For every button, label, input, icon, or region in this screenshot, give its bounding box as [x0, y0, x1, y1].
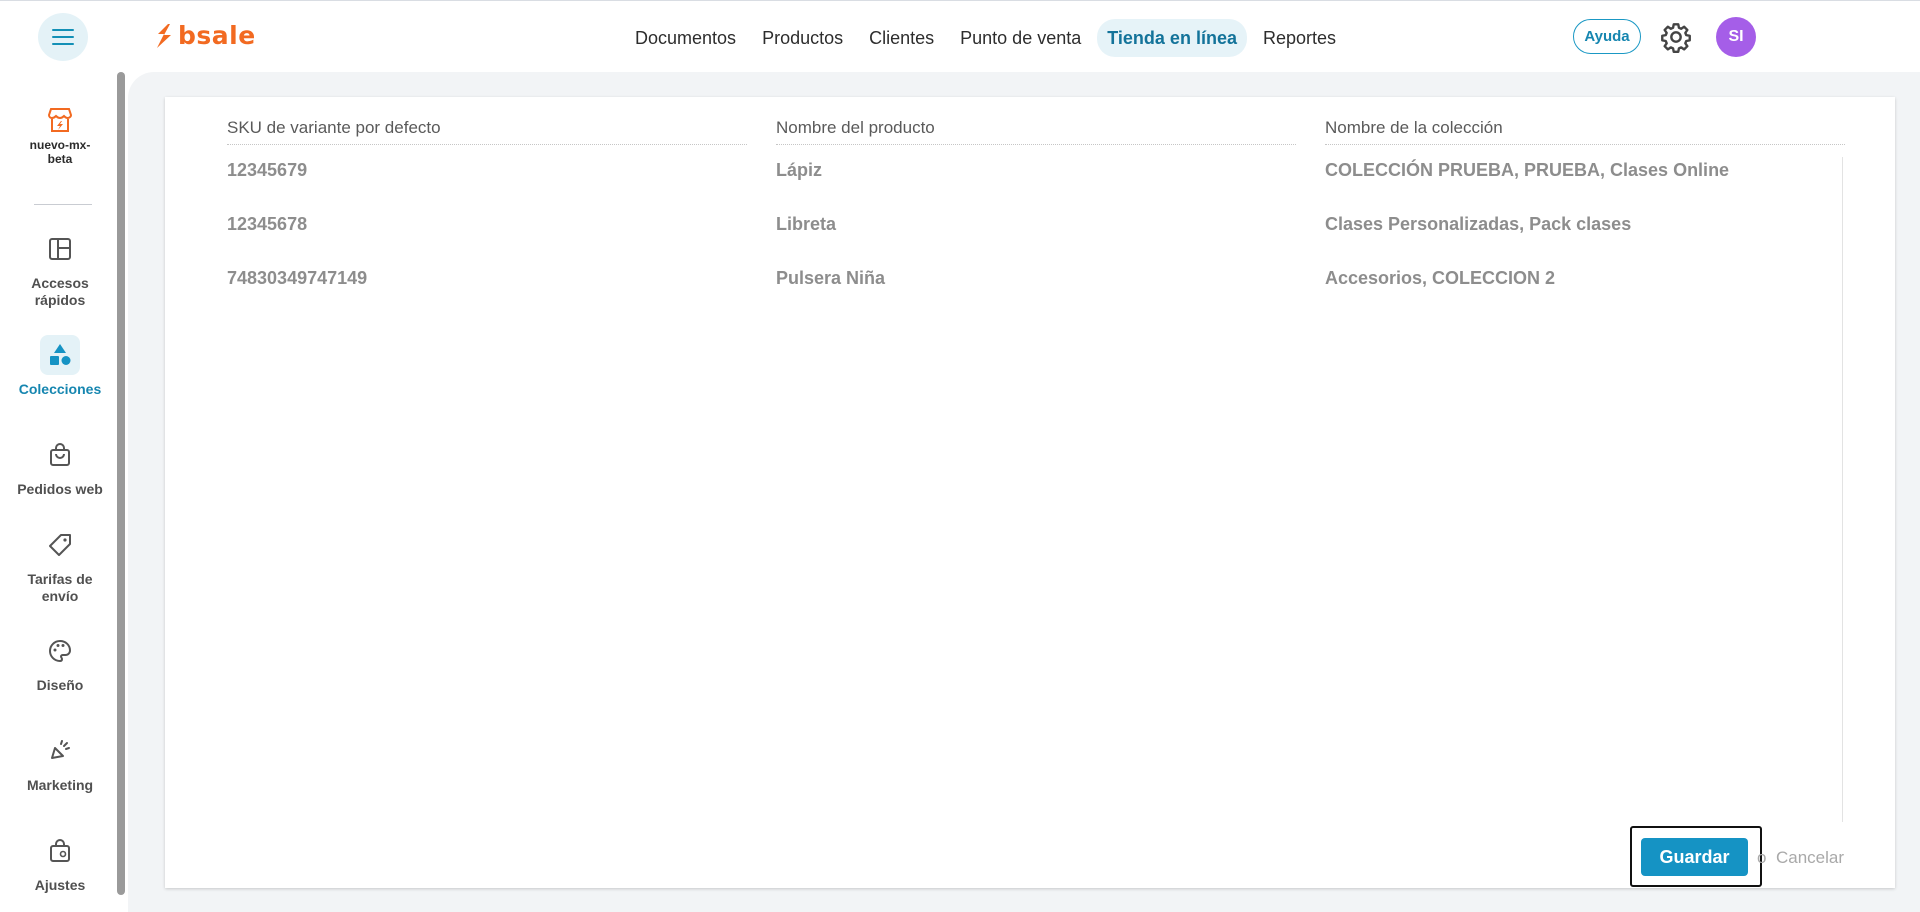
store-icon — [47, 108, 73, 132]
sidebar-store[interactable]: nuevo-mx-beta — [0, 106, 120, 166]
collection-name-cell: Accesorios, COLECCION 2 — [1325, 268, 1556, 288]
main-nav: Documentos Productos Clientes Punto de v… — [625, 19, 1346, 57]
megaphone-icon — [40, 731, 80, 771]
sku-cell: 12345679 — [227, 160, 308, 180]
sidebar-item-pedidos-web[interactable]: Pedidos web — [0, 435, 120, 498]
save-button[interactable]: Guardar — [1641, 838, 1748, 876]
layout-icon — [40, 229, 80, 269]
sidebar-item-colecciones[interactable]: Colecciones — [0, 335, 120, 398]
bsale-logo-icon — [157, 23, 171, 48]
table-scroll-edge — [1842, 157, 1843, 822]
sidebar-item-label: Marketing — [26, 777, 94, 793]
product-name-cell: Pulsera Niña — [776, 268, 886, 288]
sidebar-item-label: Pedidos web — [17, 481, 103, 497]
shopping-bag-icon — [40, 435, 80, 475]
hamburger-icon — [52, 29, 74, 46]
column-header-product-name: Nombre del producto — [776, 118, 1296, 145]
sidebar: nuevo-mx-beta Accesos rápidos Coleccione… — [0, 70, 120, 912]
sidebar-item-marketing[interactable]: Marketing — [0, 731, 120, 794]
sidebar-item-ajustes[interactable]: Ajustes — [0, 831, 120, 894]
shapes-icon — [40, 335, 80, 375]
or-text: o — [1757, 848, 1767, 867]
cancel-link[interactable]: Cancelar — [1776, 848, 1844, 868]
tag-icon — [40, 525, 80, 565]
sku-cell: 12345678 — [227, 214, 308, 234]
product-name-cell: Lápiz — [776, 160, 823, 180]
sidebar-item-label: Accesos rápidos — [31, 275, 89, 308]
sidebar-item-diseno[interactable]: Diseño — [0, 631, 120, 694]
bsale-logo[interactable]: bsale — [154, 21, 256, 50]
sidebar-item-accesos-rapidos[interactable]: Accesos rápidos — [0, 229, 120, 309]
user-avatar[interactable]: SI — [1716, 17, 1756, 57]
sidebar-item-tarifas-de-envio[interactable]: Tarifas de envío — [0, 525, 120, 605]
column-header-sku: SKU de variante por defecto — [227, 118, 747, 145]
store-name: nuevo-mx-beta — [29, 138, 91, 166]
sidebar-item-label: Tarifas de envío — [27, 571, 93, 604]
collection-name-cell: Clases Personalizadas, Pack clases — [1325, 214, 1632, 234]
sidebar-divider — [34, 204, 92, 205]
palette-icon — [40, 631, 80, 671]
collections-card — [165, 97, 1895, 888]
nav-punto-de-venta[interactable]: Punto de venta — [950, 19, 1091, 57]
product-name-cell: Libreta — [776, 214, 837, 234]
bag-settings-icon — [40, 831, 80, 871]
logo-text: bsale — [178, 21, 256, 50]
collection-name-cell: COLECCIÓN PRUEBA, PRUEBA, Clases Online — [1325, 160, 1730, 180]
column-header-collection-name: Nombre de la colección — [1325, 118, 1845, 145]
gear-icon[interactable] — [1660, 21, 1692, 53]
nav-documentos[interactable]: Documentos — [625, 19, 746, 57]
nav-clientes[interactable]: Clientes — [859, 19, 944, 57]
nav-productos[interactable]: Productos — [752, 19, 853, 57]
top-bar: bsale Documentos Productos Clientes Punt… — [0, 0, 1920, 70]
help-button[interactable]: Ayuda — [1573, 19, 1641, 54]
nav-reportes[interactable]: Reportes — [1253, 19, 1346, 57]
sidebar-scrollbar[interactable] — [117, 72, 125, 895]
sidebar-item-label: Colecciones — [18, 381, 102, 397]
sku-cell: 74830349747149 — [227, 268, 368, 288]
sidebar-item-label: Diseño — [36, 677, 84, 693]
nav-tienda-en-linea[interactable]: Tienda en línea — [1097, 19, 1247, 57]
sidebar-item-label: Ajustes — [34, 877, 86, 893]
menu-button[interactable] — [38, 13, 88, 61]
